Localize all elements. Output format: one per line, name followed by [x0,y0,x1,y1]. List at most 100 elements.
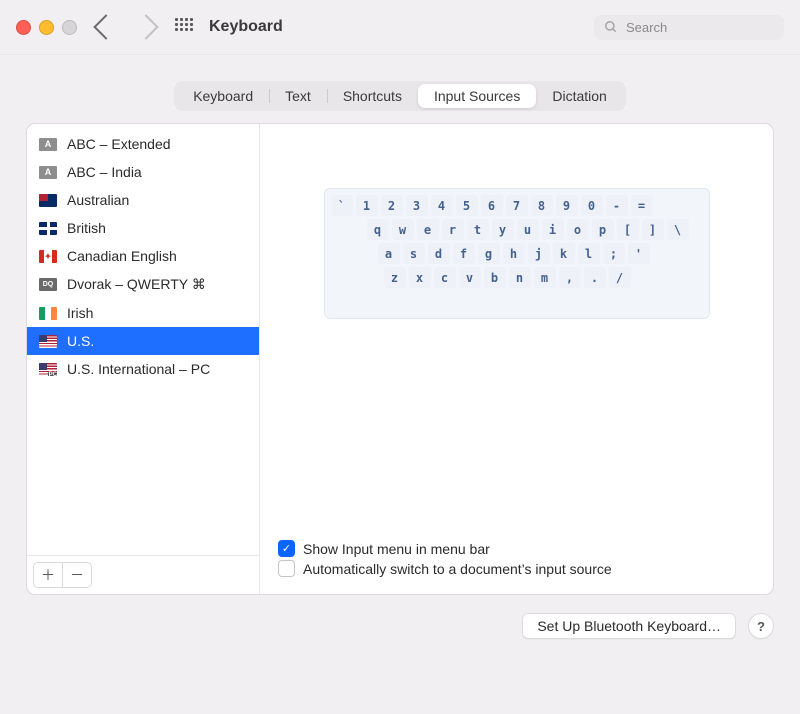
options: ✓ Show Input menu in menu bar Automatica… [260,529,773,594]
key: ' [628,243,650,264]
key: m [534,267,556,288]
tab-shortcuts[interactable]: Shortcuts [327,84,418,108]
flag-icon [39,335,57,348]
source-item[interactable]: British [27,214,259,242]
key: 0 [581,195,603,216]
key: z [384,267,406,288]
minimize-window-button[interactable] [39,20,54,35]
key: c [434,267,456,288]
flag-icon: A [39,166,57,179]
forward-button [133,14,158,39]
key: [ [617,219,639,240]
key: e [417,219,439,240]
key: ; [603,243,625,264]
key: 2 [381,195,403,216]
tab-bar: Keyboard Text Shortcuts Input Sources Di… [0,81,800,111]
key: t [467,219,489,240]
show-all-prefs-button[interactable] [175,18,193,36]
key: r [442,219,464,240]
source-item[interactable]: A ABC – Extended [27,130,259,158]
source-label: ABC – Extended [67,136,171,152]
search-icon [604,20,618,34]
flag-icon [39,363,57,376]
help-button[interactable]: ? [748,613,774,639]
source-label: Australian [67,192,129,208]
source-item[interactable]: Irish [27,299,259,327]
key: 1 [356,195,378,216]
auto-switch-checkbox[interactable] [278,560,295,577]
flag-icon: ✦ [39,250,57,263]
bluetooth-keyboard-button[interactable]: Set Up Bluetooth Keyboard… [522,613,736,639]
remove-source-button[interactable]: － [62,562,92,588]
key: h [503,243,525,264]
flag-icon: A [39,138,57,151]
key: k [553,243,575,264]
key: g [478,243,500,264]
source-item[interactable]: A ABC – India [27,158,259,186]
key: 4 [431,195,453,216]
window-controls [16,20,77,35]
source-sidebar: A ABC – Extended A ABC – India Australian Bri… [27,124,260,594]
key: p [592,219,614,240]
key: l [578,243,600,264]
source-item[interactable]: U.S. International – PC [27,355,259,383]
flag-icon [39,222,57,235]
source-label: British [67,220,106,236]
source-item[interactable]: U.S. [27,327,259,355]
key: o [567,219,589,240]
tab-text[interactable]: Text [269,84,327,108]
source-item[interactable]: ✦ Canadian English [27,242,259,270]
key: x [409,267,431,288]
key: v [459,267,481,288]
key: 8 [531,195,553,216]
tab-keyboard[interactable]: Keyboard [177,84,269,108]
source-label: Irish [67,305,93,321]
key: f [453,243,475,264]
key: \ [667,219,689,240]
key: d [428,243,450,264]
titlebar: Keyboard Search [0,0,800,55]
key: 3 [406,195,428,216]
tab-input-sources[interactable]: Input Sources [418,84,536,108]
window-title: Keyboard [209,18,283,36]
key: / [609,267,631,288]
nav-buttons [97,18,155,36]
key: = [631,195,653,216]
source-label: U.S. International – PC [67,361,210,377]
key: y [492,219,514,240]
source-label: Canadian English [67,248,177,264]
detail-pane: `1234567890-=qwertyuiop[]\asdfghjkl;'zxc… [260,124,773,594]
source-list[interactable]: A ABC – Extended A ABC – India Australian Bri… [27,124,259,555]
source-label: ABC – India [67,164,142,180]
show-input-menu-label: Show Input menu in menu bar [303,541,490,557]
source-label: Dvorak – QWERTY ⌘ [67,276,206,293]
add-source-button[interactable]: ＋ [33,562,63,588]
search-placeholder: Search [626,20,667,35]
key: j [528,243,550,264]
key: 9 [556,195,578,216]
close-window-button[interactable] [16,20,31,35]
flag-icon: DQ [39,278,57,291]
key: u [517,219,539,240]
keyboard-preview: `1234567890-=qwertyuiop[]\asdfghjkl;'zxc… [324,188,710,319]
key: b [484,267,506,288]
tab-dictation[interactable]: Dictation [536,84,622,108]
source-item[interactable]: DQ Dvorak – QWERTY ⌘ [27,270,259,299]
search-field[interactable]: Search [594,15,784,40]
key: w [392,219,414,240]
key: - [606,195,628,216]
key: , [559,267,581,288]
key: n [509,267,531,288]
key: . [584,267,606,288]
flag-icon [39,307,57,320]
back-button[interactable] [93,14,118,39]
auto-switch-label: Automatically switch to a document’s inp… [303,561,612,577]
show-input-menu-checkbox[interactable]: ✓ [278,540,295,557]
key: s [403,243,425,264]
zoom-window-button[interactable] [62,20,77,35]
source-label: U.S. [67,333,94,349]
key: 7 [506,195,528,216]
key: a [378,243,400,264]
source-item[interactable]: Australian [27,186,259,214]
main-panel: A ABC – Extended A ABC – India Australian Bri… [26,123,774,595]
